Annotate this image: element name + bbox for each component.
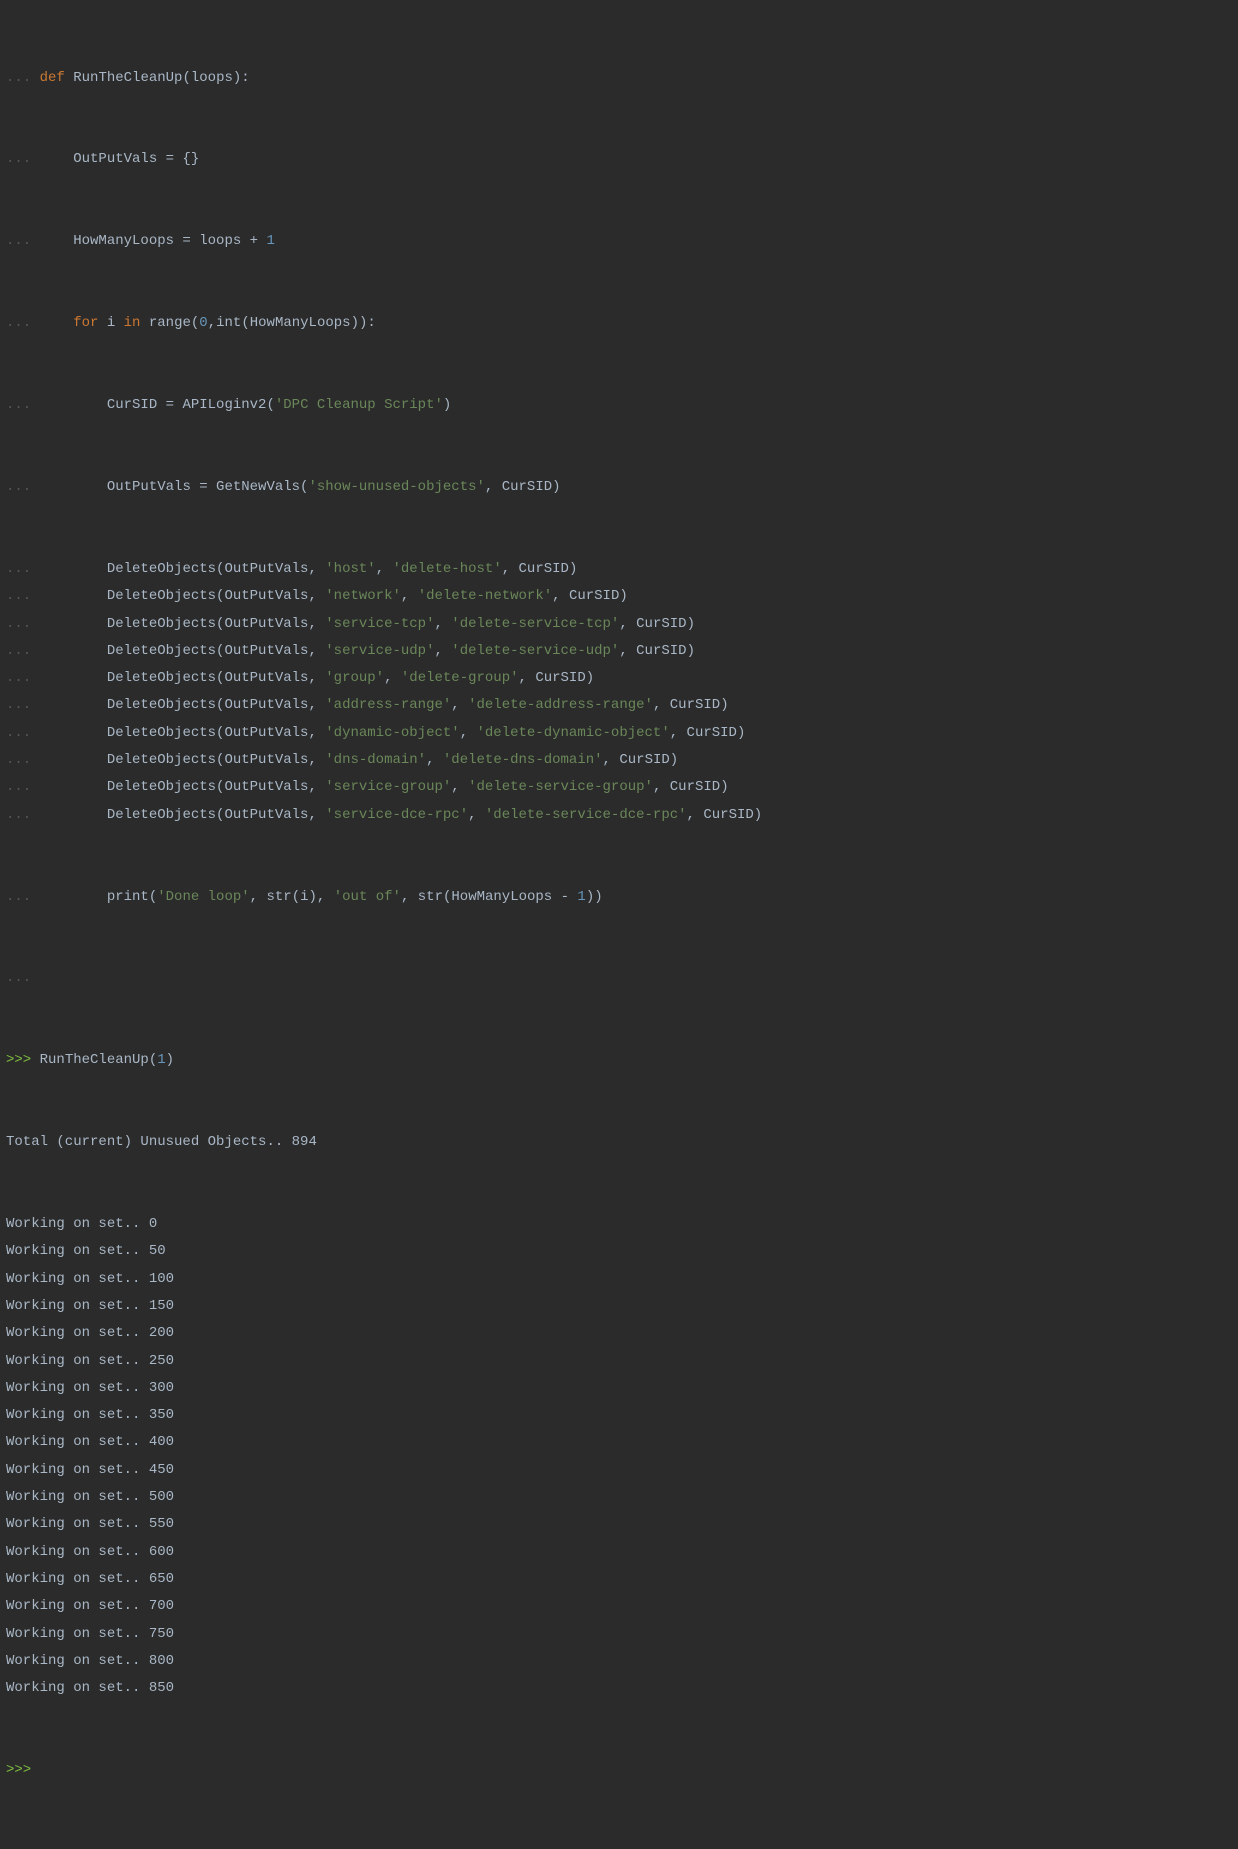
code-line: ... DeleteObjects(OutPutVals, 'dns-domai… [6,747,1232,774]
code-line: ... HowManyLoops = loops + 1 [6,228,1232,255]
output-working-set: Working on set.. 200 [6,1320,1232,1347]
output-working-set: Working on set.. 350 [6,1402,1232,1429]
code-line: ... DeleteObjects(OutPutVals, 'dynamic-o… [6,720,1232,747]
code-line: ... DeleteObjects(OutPutVals, 'service-u… [6,638,1232,665]
output-working-set: Working on set.. 0 [6,1211,1232,1238]
output-working-set: Working on set.. 650 [6,1566,1232,1593]
prompt-new: >>> [6,1052,40,1068]
output-working-set: Working on set.. 150 [6,1293,1232,1320]
code-line: ... DeleteObjects(OutPutVals, 'address-r… [6,692,1232,719]
output-working-set: Working on set.. 50 [6,1238,1232,1265]
code-line: ... CurSID = APILoginv2('DPC Cleanup Scr… [6,392,1232,419]
code-line: ... DeleteObjects(OutPutVals, 'network',… [6,583,1232,610]
output-working-set: Working on set.. 550 [6,1511,1232,1538]
prompt-continuation: ... [6,70,40,86]
code-line: ... DeleteObjects(OutPutVals, 'service-d… [6,802,1232,829]
prompt-ready[interactable]: >>> [6,1757,1232,1784]
code-line: ... def RunTheCleanUp(loops): [6,65,1232,92]
keyword-def: def [40,70,65,86]
output-total: Total (current) Unusued Objects.. 894 [6,1129,1232,1156]
run-line: >>> RunTheCleanUp(1) [6,1047,1232,1074]
output-working-set: Working on set.. 700 [6,1593,1232,1620]
function-name: RunTheCleanUp [73,70,182,86]
output-working-set: Working on set.. 750 [6,1621,1232,1648]
output-working-set: Working on set.. 300 [6,1375,1232,1402]
code-line: ... print('Done loop', str(i), 'out of',… [6,884,1232,911]
code-line: ... DeleteObjects(OutPutVals, 'host', 'd… [6,556,1232,583]
output-working-set: Working on set.. 400 [6,1429,1232,1456]
output-working-set: Working on set.. 800 [6,1648,1232,1675]
code-line: ... DeleteObjects(OutPutVals, 'service-t… [6,611,1232,638]
code-line-blank: ... [6,965,1232,992]
code-line: ... OutPutVals = GetNewVals('show-unused… [6,474,1232,501]
output-working-set: Working on set.. 100 [6,1266,1232,1293]
code-line: ... DeleteObjects(OutPutVals, 'group', '… [6,665,1232,692]
output-working-set: Working on set.. 850 [6,1675,1232,1702]
output-working-set: Working on set.. 600 [6,1539,1232,1566]
python-repl[interactable]: ... def RunTheCleanUp(loops): ... OutPut… [0,0,1238,1849]
output-working-set: Working on set.. 450 [6,1457,1232,1484]
code-line: ... for i in range(0,int(HowManyLoops)): [6,310,1232,337]
output-working-set: Working on set.. 250 [6,1348,1232,1375]
param-loops: loops [191,70,233,86]
code-line: ... DeleteObjects(OutPutVals, 'service-g… [6,774,1232,801]
code-line: ... OutPutVals = {} [6,146,1232,173]
output-working-set: Working on set.. 500 [6,1484,1232,1511]
